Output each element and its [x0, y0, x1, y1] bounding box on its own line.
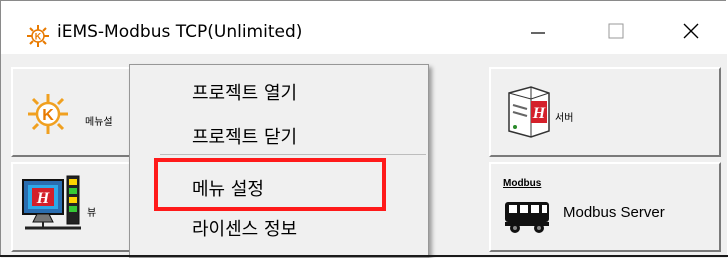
maximize-button[interactable]	[590, 9, 642, 53]
svg-text:K: K	[35, 32, 42, 42]
svg-text:K: K	[42, 107, 54, 124]
minimize-button[interactable]	[512, 9, 564, 53]
app-logo-icon: K	[27, 25, 49, 51]
menu-item-license-info[interactable]: 라이센스 정보	[192, 215, 297, 241]
modbus-server-label: Modbus Server	[563, 204, 665, 221]
bus-icon	[503, 200, 551, 238]
modbus-badge-label: Modbus	[503, 178, 542, 189]
close-icon	[683, 23, 699, 39]
minimize-icon	[531, 32, 545, 34]
svg-text:H: H	[532, 105, 546, 122]
k-sun-logo-icon: K	[27, 93, 69, 139]
server-tile[interactable]: H 서버	[489, 67, 721, 157]
server-label: 서버	[555, 113, 574, 124]
app-window: K iEMS-Modbus TCP(Unlimited) K 메뉴설 H 서버 …	[0, 0, 727, 258]
modbus-server-tile[interactable]: Modbus Modbus Server	[489, 162, 721, 252]
view-label: 뷰	[87, 208, 97, 219]
highlight-box	[154, 158, 386, 211]
menu-settings-label: 메뉴설	[85, 117, 113, 128]
close-button[interactable]	[665, 9, 717, 53]
title-bar[interactable]: K iEMS-Modbus TCP(Unlimited)	[1, 1, 727, 54]
maximize-icon	[608, 23, 624, 39]
svg-text:H: H	[36, 190, 50, 207]
menu-item-open-project[interactable]: 프로젝트 열기	[192, 79, 297, 105]
menu-item-close-project[interactable]: 프로젝트 닫기	[192, 123, 297, 149]
window-title: iEMS-Modbus TCP(Unlimited)	[57, 22, 303, 42]
server-h-icon: H	[503, 85, 553, 143]
menu-separator	[160, 154, 426, 155]
